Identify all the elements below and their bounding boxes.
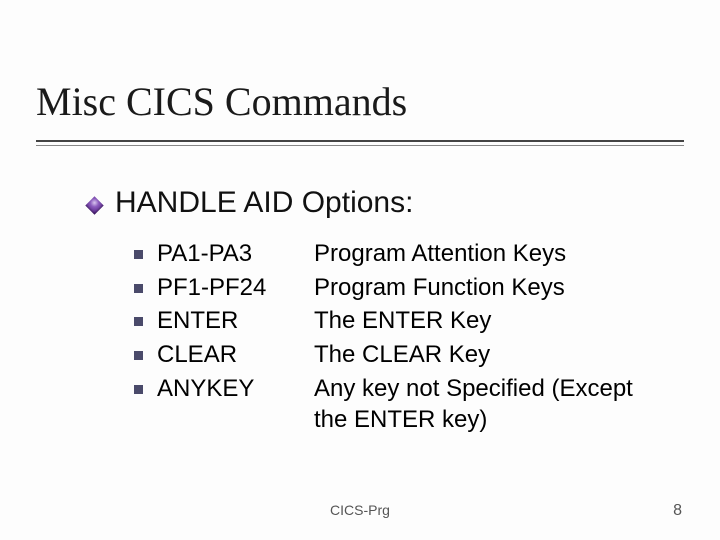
square-bullet-icon [134,317,143,326]
list-item: ENTER The ENTER Key [134,305,654,337]
square-bullet-icon [134,385,143,394]
footer-label: CICS-Prg [0,502,720,518]
option-key: PF1-PF24 [157,272,314,304]
list-item: PA1-PA3 Program Attention Keys [134,238,654,270]
list-item: ANYKEY Any key not Specified (Except the… [134,373,654,436]
option-desc: The CLEAR Key [314,339,490,371]
subtitle-row: HANDLE AID Options: [88,186,413,220]
list-item: CLEAR The CLEAR Key [134,339,654,371]
diamond-bullet-icon [85,196,103,214]
title-underline [36,140,684,142]
square-bullet-icon [134,284,143,293]
list-item: PF1-PF24 Program Function Keys [134,272,654,304]
option-desc: Program Attention Keys [314,238,566,270]
slide-title: Misc CICS Commands [36,78,407,125]
option-desc: Program Function Keys [314,272,565,304]
option-key: PA1-PA3 [157,238,314,270]
options-list: PA1-PA3 Program Attention Keys PF1-PF24 … [134,238,654,438]
page-number: 8 [673,502,682,520]
square-bullet-icon [134,250,143,259]
slide: Misc CICS Commands HANDLE AID Options: P… [0,0,720,540]
option-key: CLEAR [157,339,314,371]
option-key: ENTER [157,305,314,337]
option-desc: Any key not Specified (Except the ENTER … [314,373,654,436]
subtitle-text: HANDLE AID Options: [115,186,413,220]
option-key: ANYKEY [157,373,314,405]
square-bullet-icon [134,351,143,360]
option-desc: The ENTER Key [314,305,491,337]
